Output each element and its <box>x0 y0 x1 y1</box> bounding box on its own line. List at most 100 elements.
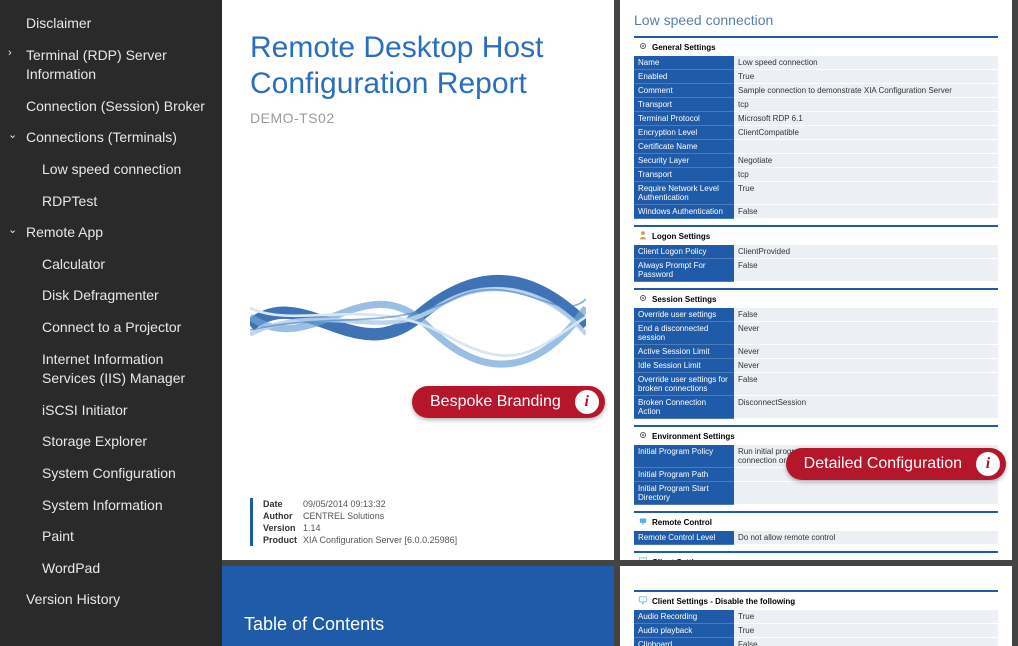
sidebar-item[interactable]: Connect to a Projector <box>0 312 222 344</box>
chevron-right-icon: › <box>8 46 12 61</box>
sidebar-item-label: Disk Defragmenter <box>42 286 159 306</box>
report-subtitle: DEMO-TS02 <box>250 110 586 126</box>
section-header: Client Settings <box>634 551 998 560</box>
sidebar-item[interactable]: System Configuration <box>0 458 222 490</box>
section-header: Environment Settings <box>634 425 998 445</box>
table-row: NameLow speed connection <box>634 56 998 70</box>
row-key: Name <box>634 56 734 70</box>
row-value: Negotiate <box>734 154 998 168</box>
row-value <box>734 482 998 505</box>
table-row: Encryption LevelClientCompatible <box>634 126 998 140</box>
sidebar-item[interactable]: Disclaimer <box>0 8 222 40</box>
section-name: General Settings <box>652 43 716 52</box>
sidebar-item-label: Internet Information Services (IIS) Mana… <box>42 350 212 389</box>
row-key: Certificate Name <box>634 140 734 154</box>
table-row: Certificate Name <box>634 140 998 154</box>
section-name: Client Settings - Disable the following <box>652 597 795 606</box>
bespoke-branding-callout: Bespoke Branding i <box>412 386 605 418</box>
row-key: Enabled <box>634 70 734 84</box>
report-cover-page: Remote Desktop Host Configuration Report… <box>222 0 614 560</box>
sidebar-item[interactable]: Version History <box>0 584 222 616</box>
sidebar-nav: Disclaimer ›Terminal (RDP) Server Informa… <box>0 0 222 646</box>
row-key: Always Prompt For Password <box>634 259 734 282</box>
table-row: Terminal ProtocolMicrosoft RDP 6.1 <box>634 112 998 126</box>
wave-graphic <box>250 246 586 387</box>
row-key: Initial Program Policy <box>634 445 734 468</box>
meta-row: Date09/05/2014 09:13:32 <box>263 498 586 510</box>
section-header: Session Settings <box>634 288 998 308</box>
row-value: Microsoft RDP 6.1 <box>734 112 998 126</box>
section-header: Logon Settings <box>634 225 998 245</box>
toc-title: Table of Contents <box>244 614 592 635</box>
meta-value: 09/05/2014 09:13:32 <box>303 499 386 509</box>
sidebar-item-label: iSCSI Initiator <box>42 401 128 421</box>
row-value: Never <box>734 359 998 373</box>
table-row: Transporttcp <box>634 168 998 182</box>
sidebar-item[interactable]: Calculator <box>0 249 222 281</box>
meta-row: Version1.14 <box>263 522 586 534</box>
table-row: Security LayerNegotiate <box>634 154 998 168</box>
sidebar-item[interactable]: Disk Defragmenter <box>0 280 222 312</box>
client-icon <box>638 556 648 560</box>
gear-icon <box>638 41 648 53</box>
table-row: Initial Program Start Directory <box>634 482 998 505</box>
table-row: Broken Connection ActionDisconnectSessio… <box>634 396 998 419</box>
remote-icon <box>638 516 648 528</box>
sidebar-item[interactable]: ⌄Remote App <box>0 217 222 249</box>
meta-key: Date <box>263 499 303 509</box>
sidebar-item[interactable]: Connection (Session) Broker <box>0 91 222 123</box>
row-value: Sample connection to demonstrate XIA Con… <box>734 84 998 98</box>
sidebar-item-label: Low speed connection <box>42 160 181 180</box>
meta-row: ProductXIA Configuration Server [6.0.0.2… <box>263 534 586 546</box>
row-value: tcp <box>734 168 998 182</box>
row-key: Encryption Level <box>634 126 734 140</box>
table-row: Audio RecordingTrue <box>634 610 998 624</box>
row-value <box>734 140 998 154</box>
row-value: ClientCompatible <box>734 126 998 140</box>
row-value: False <box>734 308 998 322</box>
row-value: True <box>734 182 998 205</box>
chevron-down-icon: ⌄ <box>8 128 17 143</box>
row-key: Clipboard <box>634 638 734 646</box>
row-key: Audio playback <box>634 624 734 638</box>
row-value: tcp <box>734 98 998 112</box>
sidebar-item-label: Disclaimer <box>26 14 91 34</box>
row-key: Override user settings <box>634 308 734 322</box>
row-key: Remote Control Level <box>634 531 734 545</box>
client-icon <box>638 595 648 607</box>
sidebar-item[interactable]: WordPad <box>0 553 222 585</box>
sidebar-item-label: Connection (Session) Broker <box>26 97 205 117</box>
sidebar-item-label: Calculator <box>42 255 105 275</box>
meta-value: XIA Configuration Server [6.0.0.25986] <box>303 535 457 545</box>
row-key: End a disconnected session <box>634 322 734 345</box>
sidebar-item-label: RDPTest <box>42 192 97 212</box>
sidebar-item[interactable]: ⌄Connections (Terminals) <box>0 122 222 154</box>
sidebar-item[interactable]: Paint <box>0 521 222 553</box>
sidebar-item[interactable]: ›Terminal (RDP) Server Information <box>0 40 222 91</box>
row-value: False <box>734 373 998 396</box>
row-key: Audio Recording <box>634 610 734 624</box>
info-icon: i <box>976 452 1000 476</box>
sidebar-item[interactable]: iSCSI Initiator <box>0 395 222 427</box>
section-header: Client Settings - Disable the following <box>634 590 998 610</box>
sidebar-item-label: Connect to a Projector <box>42 318 181 338</box>
sidebar-item[interactable]: System Information <box>0 490 222 522</box>
table-row: Audio playbackTrue <box>634 624 998 638</box>
table-row: Always Prompt For PasswordFalse <box>634 259 998 282</box>
row-key: Require Network Level Authentication <box>634 182 734 205</box>
meta-key: Product <box>263 535 303 545</box>
row-value: ClientProvided <box>734 245 998 259</box>
sidebar-item[interactable]: Internet Information Services (IIS) Mana… <box>0 344 222 395</box>
sidebar-item[interactable]: RDPTest <box>0 186 222 218</box>
row-key: Windows Authentication <box>634 205 734 219</box>
sidebar-item[interactable]: Low speed connection <box>0 154 222 186</box>
row-value: True <box>734 610 998 624</box>
meta-key: Version <box>263 523 303 533</box>
section-name: Session Settings <box>652 295 716 304</box>
section-name: Logon Settings <box>652 232 710 241</box>
sidebar-item-label: Storage Explorer <box>42 432 147 452</box>
section-name: Remote Control <box>652 518 712 527</box>
table-row: End a disconnected sessionNever <box>634 322 998 345</box>
sidebar-item[interactable]: Storage Explorer <box>0 426 222 458</box>
callout-label: Detailed Configuration <box>804 455 962 473</box>
